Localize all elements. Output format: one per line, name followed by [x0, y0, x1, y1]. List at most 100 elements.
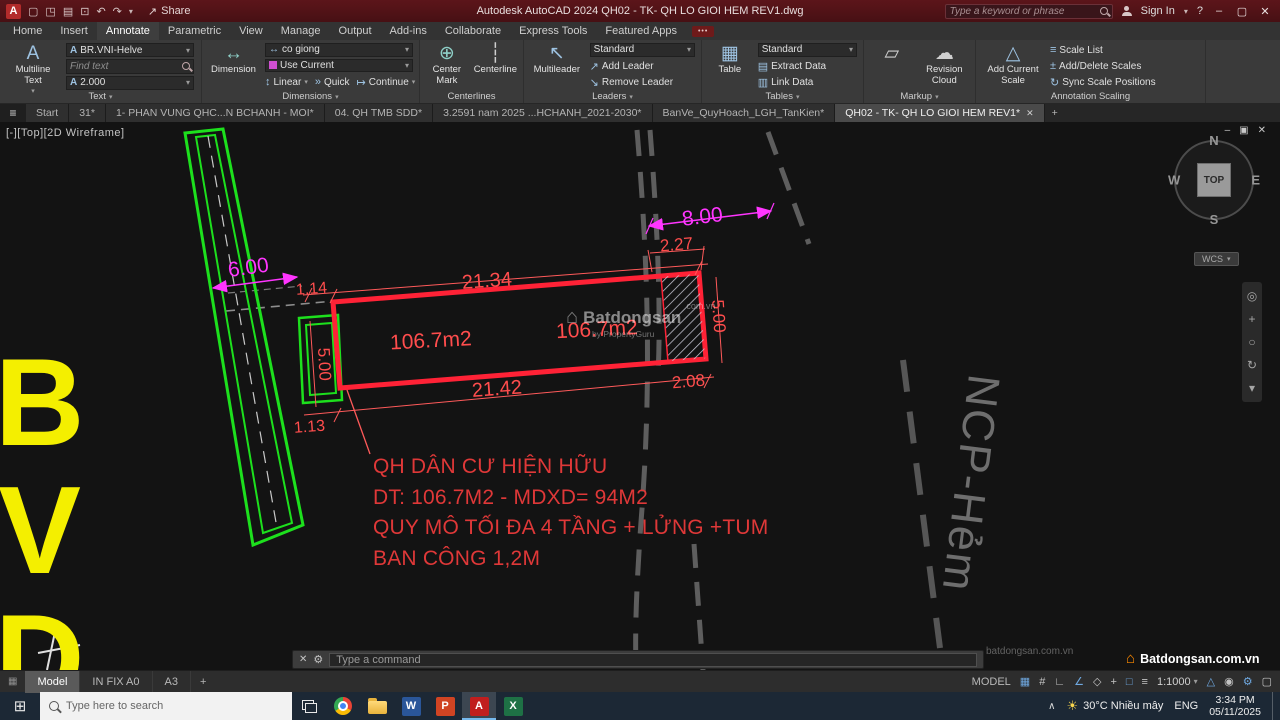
viewcube-top-face[interactable]: TOP [1197, 163, 1231, 197]
multileader-button[interactable]: ↖ Multileader [530, 43, 584, 90]
signin-dropdown-icon[interactable]: ▾ [1184, 7, 1188, 16]
polar-tracking-icon[interactable]: ∠ [1074, 675, 1084, 688]
file-tab-active[interactable]: QH02 - TK- QH LO GIOI HEM REV1* ✕ [835, 104, 1044, 122]
new-layout-button[interactable]: + [191, 676, 215, 688]
model-space-label[interactable]: MODEL [972, 676, 1011, 688]
powerpoint-button[interactable]: P [428, 692, 462, 720]
autocad-taskbar-button[interactable]: A [462, 692, 496, 720]
snap-icon[interactable]: # [1039, 676, 1045, 688]
qat-dropdown-icon[interactable]: ▾ [129, 7, 133, 16]
object-snap-tracking-icon[interactable]: + [1110, 676, 1116, 688]
command-customize-icon[interactable]: ⚙ [313, 653, 323, 666]
find-icon[interactable] [182, 62, 190, 70]
lineweight-icon[interactable]: ≡ [1142, 676, 1148, 688]
ribbon-tab-featured-apps[interactable]: Featured Apps [596, 22, 686, 40]
panel-label-markup[interactable]: Markup ▾ [864, 91, 975, 102]
plot-icon[interactable]: ⊡ [80, 5, 89, 18]
menu-icon[interactable]: ≡ [0, 104, 26, 122]
ortho-icon[interactable]: ∟ [1054, 676, 1065, 688]
dim-227-label[interactable]: 2.27 [659, 234, 694, 256]
quick-dim-button[interactable]: » Quick [315, 74, 350, 90]
dim-500-left-label[interactable]: 5.00 [314, 347, 335, 381]
steering-wheel-icon[interactable]: ◎ [1247, 289, 1257, 303]
dim-2142-label[interactable]: 21.42 [471, 376, 522, 401]
minimize-button[interactable]: – [1212, 5, 1226, 17]
drawing-canvas[interactable]: 1.14 21.34 2.27 5.00 5.00 1.13 21.42 2.0… [0, 122, 1280, 670]
close-button[interactable]: ✕ [1258, 5, 1272, 18]
viewcube[interactable]: N W E S TOP [1170, 136, 1258, 224]
new-file-icon[interactable]: ▢ [28, 5, 38, 18]
file-tab-start[interactable]: Start [26, 104, 69, 122]
viewcube-south[interactable]: S [1210, 212, 1219, 227]
table-button[interactable]: ▦ Table [708, 43, 752, 90]
text-height-combo[interactable]: A 2.000 ▾ [66, 76, 194, 90]
file-tab-2591[interactable]: 3.2591 nam 2025 ...HCHANH_2021-2030* [433, 104, 652, 122]
remove-leader-button[interactable]: ↘ Remove Leader [590, 75, 695, 90]
panel-label-dimensions[interactable]: Dimensions ▾ [202, 91, 419, 102]
wcs-menu[interactable]: WCS ▾ [1194, 252, 1239, 266]
ribbon-tab-collaborate[interactable]: Collaborate [436, 22, 510, 40]
layout-tab-a3[interactable]: A3 [153, 671, 191, 693]
tray-expand-icon[interactable]: ∧ [1048, 701, 1055, 712]
table-style-combo[interactable]: Standard ▾ [758, 43, 857, 57]
workspace-switching-icon[interactable]: ⚙ [1243, 675, 1253, 688]
panel-label-leaders[interactable]: Leaders ▾ [524, 91, 701, 102]
taskbar-search-input[interactable] [66, 700, 283, 712]
clean-screen-icon[interactable]: ▢ [1262, 675, 1272, 688]
isodraft-icon[interactable]: ◇ [1093, 675, 1101, 688]
doc-minimize-icon[interactable]: – [1225, 125, 1231, 136]
undo-icon[interactable]: ↶ [96, 5, 105, 18]
sync-scale-positions-button[interactable]: ↻ Sync Scale Positions [1050, 76, 1190, 90]
annotation-scale-control[interactable]: 1:1000 ▾ [1157, 676, 1198, 688]
link-data-button[interactable]: ▥ Link Data [758, 75, 857, 90]
layout-grid-icon[interactable]: ▦ [0, 676, 25, 687]
ribbon-tab-home[interactable]: Home [4, 22, 51, 40]
continue-dim-button[interactable]: ↦ Continue ▾ [357, 74, 416, 90]
viewcube-east[interactable]: E [1251, 173, 1260, 188]
ribbon-tab-express-tools[interactable]: Express Tools [510, 22, 596, 40]
file-tab-banve[interactable]: BanVe_QuyHoach_LGH_TanKien* [653, 104, 836, 122]
show-desktop-button[interactable] [1272, 692, 1278, 720]
ribbon-tab-annotate[interactable]: Annotate [97, 22, 159, 40]
help-icon[interactable]: ? [1197, 5, 1203, 17]
redo-icon[interactable]: ↷ [113, 5, 122, 18]
dim-600-label[interactable]: 6.00 [227, 253, 271, 281]
multiline-text-button[interactable]: A Multiline Text ▾ [6, 43, 60, 90]
panel-label-text[interactable]: Text ▾ [0, 91, 201, 102]
file-tab-qh-tmb[interactable]: 04. QH TMB SDD* [325, 104, 433, 122]
layout-tab-model[interactable]: Model [25, 671, 80, 693]
file-tab-phan-vung[interactable]: 1- PHAN VUNG QHC...N BCHANH - MOI* [106, 104, 325, 122]
ribbon-tab-view[interactable]: View [230, 22, 272, 40]
doc-close-icon[interactable]: ✕ [1258, 125, 1266, 136]
panel-label-tables[interactable]: Tables ▾ [702, 91, 863, 102]
dim-113-label[interactable]: 1.13 [293, 418, 325, 437]
save-icon[interactable]: ▤ [63, 5, 73, 18]
green-road-boundary[interactable] [185, 129, 303, 545]
dimension-button[interactable]: ↔ Dimension [208, 43, 259, 90]
scale-list-button[interactable]: ≡ Scale List [1050, 43, 1190, 57]
command-close-icon[interactable]: ✕ [299, 654, 307, 665]
ribbon-tab-insert[interactable]: Insert [51, 22, 97, 40]
navbar-more-icon[interactable]: ▾ [1249, 381, 1255, 395]
open-file-icon[interactable]: ◳ [45, 5, 55, 18]
excel-button[interactable]: X [496, 692, 530, 720]
start-button[interactable]: ⊞ [0, 697, 40, 715]
area-label-1[interactable]: 106.7m2 [389, 327, 472, 354]
ribbon-tab-addins[interactable]: Add-ins [381, 22, 436, 40]
chrome-button[interactable] [326, 692, 360, 720]
grid-icon[interactable]: ▦ [1020, 675, 1030, 688]
dim-layer-combo[interactable]: Use Current ▾ [265, 59, 413, 73]
viewport-controls[interactable]: [-][Top][2D Wireframe] [6, 127, 125, 139]
language-indicator[interactable]: ENG [1174, 700, 1198, 712]
orbit-icon[interactable]: ↻ [1247, 358, 1257, 372]
command-input[interactable]: Type a command [329, 653, 977, 667]
linear-dim-button[interactable]: ↕ Linear ▾ [265, 74, 308, 90]
zoom-icon[interactable]: ○ [1248, 335, 1255, 349]
pan-icon[interactable]: + [1248, 312, 1255, 326]
keyword-search-input[interactable] [950, 6, 1100, 17]
task-view-button[interactable] [292, 692, 326, 720]
centerline-button[interactable]: ┆ Centerline [474, 43, 517, 90]
center-mark-button[interactable]: ⊕ Center Mark [426, 43, 468, 90]
viewcube-west[interactable]: W [1168, 173, 1180, 188]
dim-114-label[interactable]: 1.14 [295, 280, 327, 299]
